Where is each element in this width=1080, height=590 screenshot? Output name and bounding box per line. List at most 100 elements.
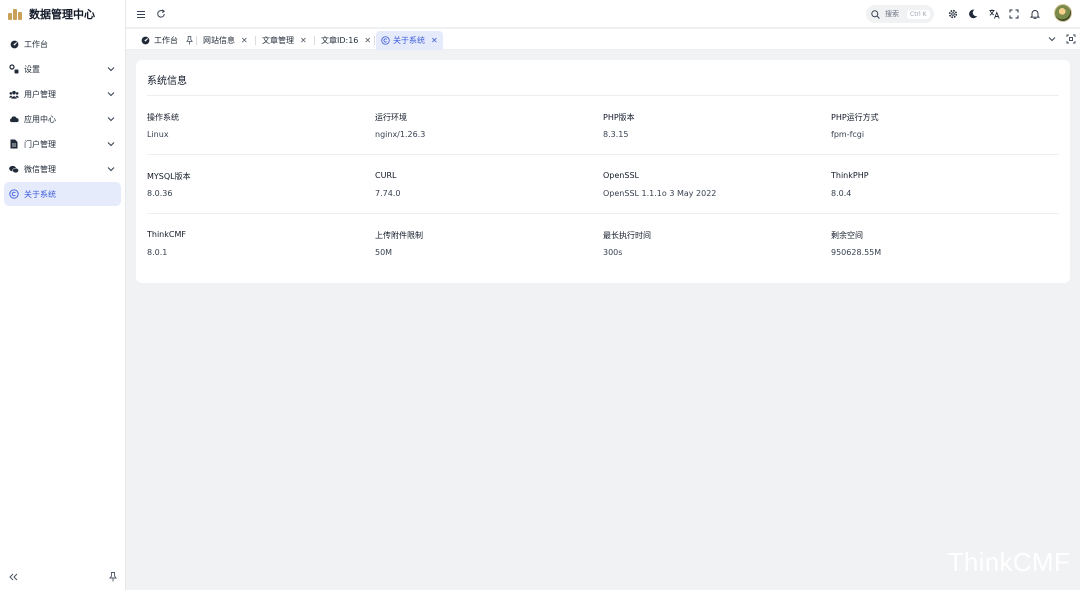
info-value: OpenSSL 1.1.1o 3 May 2022 xyxy=(603,189,717,198)
sidebar-item-portal[interactable]: 门户管理 xyxy=(4,132,121,156)
divider xyxy=(147,213,1059,214)
info-key: PHP运行方式 xyxy=(831,113,879,122)
user-avatar[interactable] xyxy=(1054,4,1072,22)
translate-icon[interactable] xyxy=(987,7,1001,21)
sidebar-footer xyxy=(0,570,126,584)
info-key: MYSQL版本 xyxy=(147,172,191,181)
sidebar: 数据管理中心 工作台 设置 用户管理 应用中心 门户管理 微信管理 关于系统 xyxy=(0,0,126,590)
info-key: PHP版本 xyxy=(603,113,635,122)
tab-article-manage[interactable]: 文章管理 ✕ xyxy=(257,31,312,50)
info-value: 8.0.36 xyxy=(147,189,173,198)
sidebar-item-label: 设置 xyxy=(24,64,40,74)
chevron-down-icon xyxy=(107,90,115,99)
pin-icon[interactable] xyxy=(186,36,193,45)
chevron-down-icon xyxy=(107,65,115,74)
info-value: 50M xyxy=(375,248,393,257)
sidebar-item-label: 门户管理 xyxy=(24,139,56,149)
dark-mode-moon-icon[interactable] xyxy=(966,7,980,21)
sidebar-item-wechat[interactable]: 微信管理 xyxy=(4,157,121,181)
menu-toggle-icon[interactable] xyxy=(134,7,148,21)
top-header: 搜索 Ctrl K xyxy=(126,0,1080,28)
sidebar-item-settings[interactable]: 设置 xyxy=(4,57,121,81)
card-title: 系统信息 xyxy=(147,76,187,87)
settings-gear-icon[interactable] xyxy=(946,7,960,21)
close-icon[interactable]: ✕ xyxy=(364,36,371,45)
sidebar-menu: 工作台 设置 用户管理 应用中心 门户管理 微信管理 关于系统 xyxy=(0,32,125,206)
divider xyxy=(147,154,1059,155)
refresh-icon[interactable] xyxy=(154,7,168,21)
info-key: 最长执行时间 xyxy=(603,231,651,240)
info-value: 8.3.15 xyxy=(603,130,629,139)
close-icon[interactable]: ✕ xyxy=(241,36,248,45)
system-info-card: 系统信息 操作系统 Linux 运行环境 nginx/1.26.3 PHP版本 … xyxy=(136,60,1070,283)
chevron-down-icon xyxy=(107,165,115,174)
dashboard-icon xyxy=(9,39,19,49)
tab-separator xyxy=(314,36,315,45)
wechat-icon xyxy=(9,164,19,174)
info-key: ThinkCMF xyxy=(147,230,186,239)
info-key: 运行环境 xyxy=(375,113,407,122)
sidebar-item-label: 关于系统 xyxy=(24,189,56,199)
sidebar-item-label: 用户管理 xyxy=(24,89,56,99)
info-key: 剩余空间 xyxy=(831,231,863,240)
fullscreen-icon[interactable] xyxy=(1007,7,1021,21)
chevron-down-icon xyxy=(107,140,115,149)
sidebar-item-label: 应用中心 xyxy=(24,114,56,124)
tab-separator xyxy=(196,36,197,45)
watermark: ThinkCMF xyxy=(947,547,1070,577)
info-value: 8.0.1 xyxy=(147,248,168,257)
tab-separator xyxy=(255,36,256,45)
tab-dashboard[interactable]: 工作台 xyxy=(136,31,198,50)
search-label: 搜索 xyxy=(885,10,899,18)
sidebar-item-dashboard[interactable]: 工作台 xyxy=(4,32,121,56)
sidebar-item-label: 工作台 xyxy=(24,39,48,49)
tab-separator xyxy=(374,36,375,45)
settings-icon xyxy=(9,64,19,74)
info-value: 300s xyxy=(603,248,623,257)
copyright-icon xyxy=(9,189,19,199)
sidebar-item-users[interactable]: 用户管理 xyxy=(4,82,121,106)
tab-label: 文章ID:16 xyxy=(321,36,359,45)
sidebar-item-label: 微信管理 xyxy=(24,164,56,174)
tab-article-16[interactable]: 文章ID:16 ✕ xyxy=(316,31,376,50)
dashboard-icon xyxy=(141,36,150,45)
app-title: 数据管理中心 xyxy=(29,8,95,21)
info-value: 8.0.4 xyxy=(831,189,852,198)
sidebar-item-about[interactable]: 关于系统 xyxy=(4,182,121,206)
search-icon xyxy=(871,9,880,19)
info-value: 7.74.0 xyxy=(375,189,401,198)
cloud-icon xyxy=(9,114,19,124)
global-search[interactable]: 搜索 Ctrl K xyxy=(866,5,934,23)
info-value: 950628.55M xyxy=(831,248,882,257)
tab-label: 工作台 xyxy=(154,36,178,45)
sidebar-item-apps[interactable]: 应用中心 xyxy=(4,107,121,131)
notification-bell-icon[interactable] xyxy=(1028,7,1042,21)
info-key: 上传附件限制 xyxy=(375,231,423,240)
collapse-sidebar-icon[interactable] xyxy=(6,570,20,584)
info-key: CURL xyxy=(375,171,397,180)
search-shortcut: Ctrl K xyxy=(907,9,930,19)
tab-label: 网站信息 xyxy=(203,36,235,45)
info-key: ThinkPHP xyxy=(831,171,869,180)
tabs-dropdown-icon[interactable] xyxy=(1045,32,1059,46)
app-logo[interactable]: 数据管理中心 xyxy=(0,0,125,28)
users-icon xyxy=(9,89,19,99)
info-value: nginx/1.26.3 xyxy=(375,130,426,139)
info-value: fpm-fcgi xyxy=(831,130,865,139)
pin-sidebar-icon[interactable] xyxy=(106,570,120,584)
logo-icon xyxy=(8,8,24,20)
tab-site-info[interactable]: 网站信息 ✕ xyxy=(198,31,253,50)
info-key: 操作系统 xyxy=(147,113,179,122)
copyright-icon xyxy=(381,36,390,45)
document-icon xyxy=(9,139,19,149)
tab-label: 文章管理 xyxy=(262,36,294,45)
info-value: Linux xyxy=(147,130,169,139)
divider xyxy=(147,95,1059,96)
tab-bar: 工作台 网站信息 ✕ 文章管理 ✕ 文章ID:16 ✕ 关于系统 ✕ xyxy=(126,29,1080,50)
maximize-content-icon[interactable] xyxy=(1064,32,1078,46)
info-key: OpenSSL xyxy=(603,171,639,180)
close-icon[interactable]: ✕ xyxy=(431,36,438,45)
tab-about-system[interactable]: 关于系统 ✕ xyxy=(376,31,443,50)
close-icon[interactable]: ✕ xyxy=(300,36,307,45)
tab-label: 关于系统 xyxy=(393,36,425,45)
